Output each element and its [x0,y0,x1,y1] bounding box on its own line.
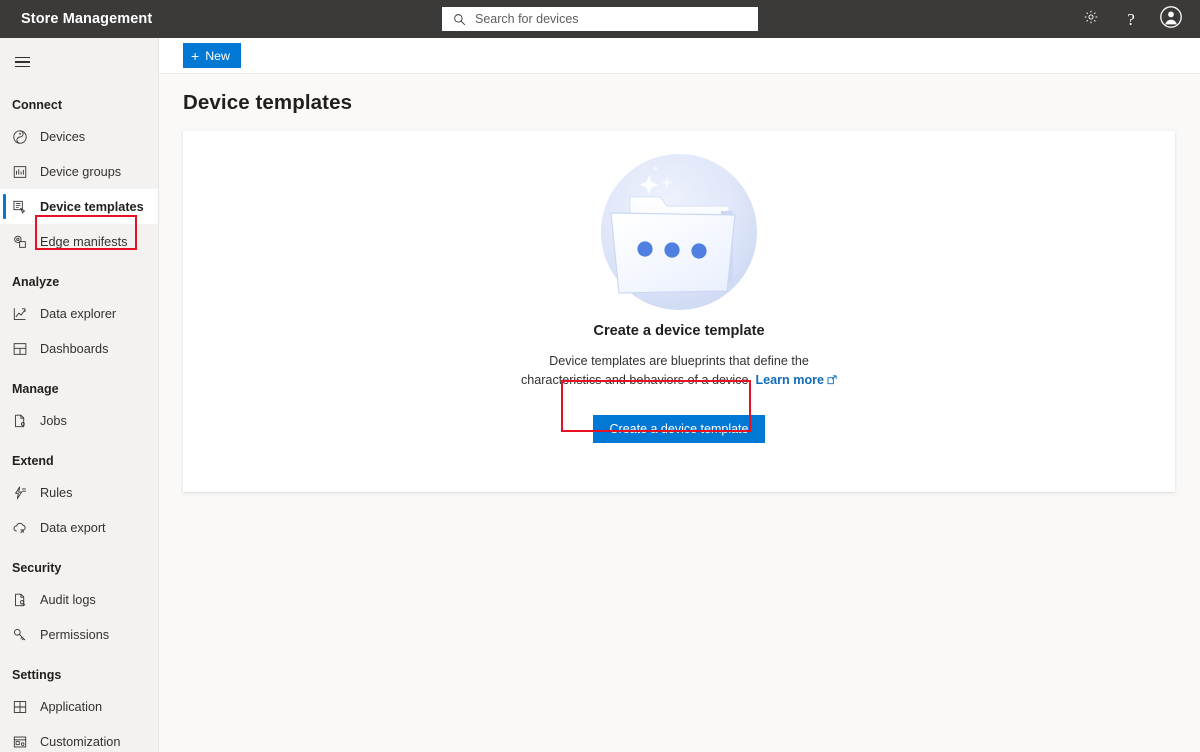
header-actions: ? [1072,0,1190,38]
sidebar-item-label: Device templates [40,199,144,214]
left-navigation-sidebar: Connect Devices Device groups Device tem… [0,38,159,752]
sidebar-item-label: Device groups [40,164,122,179]
sidebar-item-edge-manifests[interactable]: Edge manifests [0,224,158,259]
user-account-icon [1159,5,1183,34]
gear-icon [1083,9,1099,30]
sidebar-item-label: Data explorer [40,306,117,321]
new-button[interactable]: + New [183,43,241,68]
external-link-icon [827,372,837,391]
nav-group-settings-label: Settings [12,668,62,682]
command-bar: + New [159,38,1200,74]
dashboard-grid-icon [7,336,33,362]
rules-lightning-icon [7,480,33,506]
nav-group-extend-label: Extend [12,454,54,468]
sidebar-item-label: Jobs [40,413,67,428]
hamburger-menu-icon[interactable] [0,42,44,82]
main-content-area: Device templates Create a device templat… [159,74,1200,752]
sidebar-item-label: Audit logs [40,592,96,607]
device-groups-icon [7,159,33,185]
sidebar-item-permissions[interactable]: Permissions [0,617,158,652]
audit-logs-icon [7,587,33,613]
page-title: Device templates [183,91,353,114]
app-title: Store Management [21,11,153,27]
learn-more-label: Learn more [755,373,825,387]
global-search-box[interactable] [442,7,758,31]
learn-more-link[interactable]: Learn more [755,373,837,387]
empty-state-description: Device templates are blueprints that def… [514,352,844,391]
nav-group-analyze-label: Analyze [12,275,60,289]
application-icon [7,694,33,720]
sidebar-item-rules[interactable]: Rules [0,475,158,510]
folder-with-dots-illustration [575,149,783,315]
nav-group-security-label: Security [12,561,62,575]
sidebar-item-device-groups[interactable]: Device groups [0,154,158,189]
sidebar-item-label: Edge manifests [40,234,128,249]
settings-button[interactable] [1072,0,1110,38]
sidebar-item-data-explorer[interactable]: Data explorer [0,296,158,331]
devices-icon [7,124,33,150]
sidebar-item-dashboards[interactable]: Dashboards [0,331,158,366]
sidebar-item-customization[interactable]: Customization [0,724,158,752]
empty-state-heading: Create a device template [593,323,765,339]
question-mark-icon: ? [1127,9,1135,29]
edge-manifests-icon [7,229,33,255]
permissions-key-icon [7,622,33,648]
sidebar-item-label: Application [40,699,103,714]
data-export-cloud-icon [7,515,33,541]
sidebar-item-label: Customization [40,734,121,749]
sidebar-item-label: Permissions [40,627,110,642]
jobs-document-icon [7,408,33,434]
help-button[interactable]: ? [1112,0,1150,38]
sidebar-item-device-templates[interactable]: Device templates [0,189,158,224]
sidebar-item-label: Data export [40,520,106,535]
account-button[interactable] [1152,0,1190,38]
new-button-label: New [205,48,230,63]
empty-state-description-line2: and behaviors of a device. [604,373,752,387]
sidebar-item-devices[interactable]: Devices [0,119,158,154]
plus-icon: + [191,47,200,64]
create-device-template-button[interactable]: Create a device template [592,415,766,443]
search-icon [447,7,471,31]
sidebar-item-data-export[interactable]: Data export [0,510,158,545]
nav-group-manage-label: Manage [12,382,59,396]
customization-icon [7,729,33,752]
sidebar-item-jobs[interactable]: Jobs [0,403,158,438]
sidebar-item-label: Rules [40,485,73,500]
device-templates-icon [7,194,33,220]
chart-line-icon [7,301,33,327]
search-input[interactable] [471,8,757,30]
sidebar-item-application[interactable]: Application [0,689,158,724]
sidebar-item-label: Devices [40,129,86,144]
nav-group-connect-label: Connect [12,98,62,112]
sidebar-item-label: Dashboards [40,341,109,356]
sidebar-item-audit-logs[interactable]: Audit logs [0,582,158,617]
empty-state-card: Create a device template Device template… [183,131,1175,492]
top-header-bar: Store Management ? [0,0,1200,38]
